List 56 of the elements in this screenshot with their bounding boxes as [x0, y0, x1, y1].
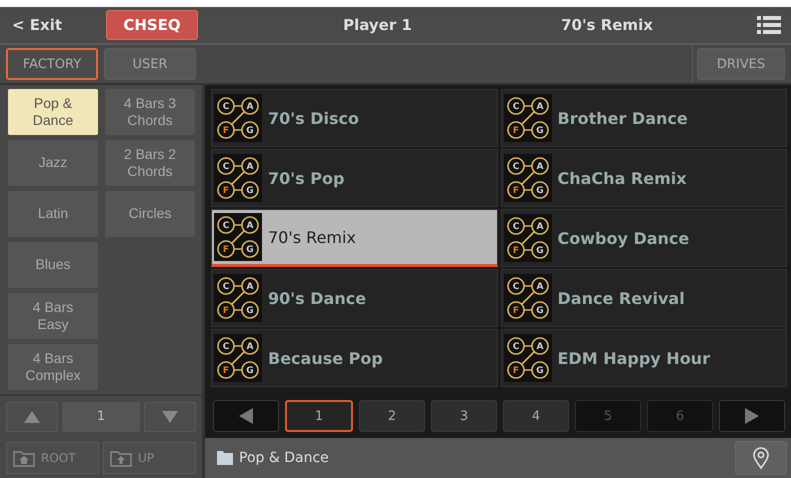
page-button[interactable]: 3: [431, 400, 497, 432]
page-button[interactable]: 4: [503, 400, 569, 432]
list-item[interactable]: C A F G Cowboy Dance: [500, 209, 787, 267]
menu-icon[interactable]: [757, 15, 781, 35]
location-button[interactable]: [735, 441, 787, 475]
list-item[interactable]: C A F G 70's Pop: [211, 149, 498, 207]
folder-button[interactable]: Blues: [8, 242, 98, 288]
list-item[interactable]: C A F G 70's Disco: [211, 89, 498, 147]
chord-sequence-icon: C A F G: [504, 274, 552, 322]
next-page-button[interactable]: [719, 400, 785, 432]
down-arrow-icon: [161, 410, 179, 424]
folder-button[interactable]: Circles: [105, 191, 195, 237]
current-item-label: 70's Remix: [560, 16, 654, 34]
chord-sequence-icon: C A F G: [504, 214, 552, 262]
folder-button[interactable]: 2 Bars 2 Chords: [105, 140, 195, 186]
folder-button[interactable]: 4 Bars 3 Chords: [105, 89, 195, 135]
page-up-button[interactable]: [6, 402, 58, 432]
up-arrow-icon: [23, 410, 41, 424]
exit-button[interactable]: < Exit: [6, 16, 106, 34]
previous-page-button[interactable]: [213, 400, 279, 432]
list-item[interactable]: C A F G ChaCha Remix: [500, 149, 787, 207]
folder-button[interactable]: Latin: [8, 191, 98, 237]
folder-icon: [217, 451, 233, 465]
right-arrow-icon: [744, 407, 760, 425]
folder-button[interactable]: Jazz: [8, 140, 98, 186]
chord-sequence-icon: C A F G: [214, 274, 262, 322]
location-pin-icon: [753, 447, 769, 469]
folder-button[interactable]: 4 Bars Complex: [8, 344, 98, 390]
list-item[interactable]: C A F G Dance Revival: [500, 269, 787, 327]
list-item[interactable]: C A F G 90's Dance: [211, 269, 498, 327]
page-button[interactable]: 2: [359, 400, 425, 432]
folder-button[interactable]: 4 Bars Easy: [8, 293, 98, 339]
folder-button[interactable]: Pop & Dance: [8, 89, 98, 135]
folder-page-number: 1: [62, 402, 140, 432]
home-folder-icon: [13, 449, 35, 467]
list-item[interactable]: C A F G Because Pop: [211, 329, 498, 387]
folder-path: Pop & Dance: [239, 450, 329, 466]
chord-sequence-icon: C A F G: [214, 334, 262, 382]
chord-sequence-icon: C A F G: [214, 213, 262, 261]
mode-button[interactable]: CHSEQ: [106, 10, 198, 40]
chord-sequence-icon: C A F G: [504, 154, 552, 202]
tab[interactable]: FACTORY: [6, 48, 98, 80]
page-down-button[interactable]: [144, 402, 196, 432]
list-item[interactable]: C A F G EDM Happy Hour: [500, 329, 787, 387]
chord-sequence-icon: C A F G: [214, 94, 262, 142]
list-item[interactable]: C A F G 70's Remix: [211, 209, 498, 267]
chord-sequence-icon: C A F G: [214, 154, 262, 202]
folder-up-icon: [110, 449, 132, 467]
chord-sequence-icon: C A F G: [504, 334, 552, 382]
tab[interactable]: USER: [104, 48, 196, 80]
page-button[interactable]: 1: [285, 400, 353, 432]
drives-button[interactable]: DRIVES: [697, 48, 785, 80]
player-label: Player 1: [342, 16, 413, 34]
list-item[interactable]: C A F G Brother Dance: [500, 89, 787, 147]
left-arrow-icon: [238, 407, 254, 425]
chord-sequence-icon: C A F G: [504, 94, 552, 142]
